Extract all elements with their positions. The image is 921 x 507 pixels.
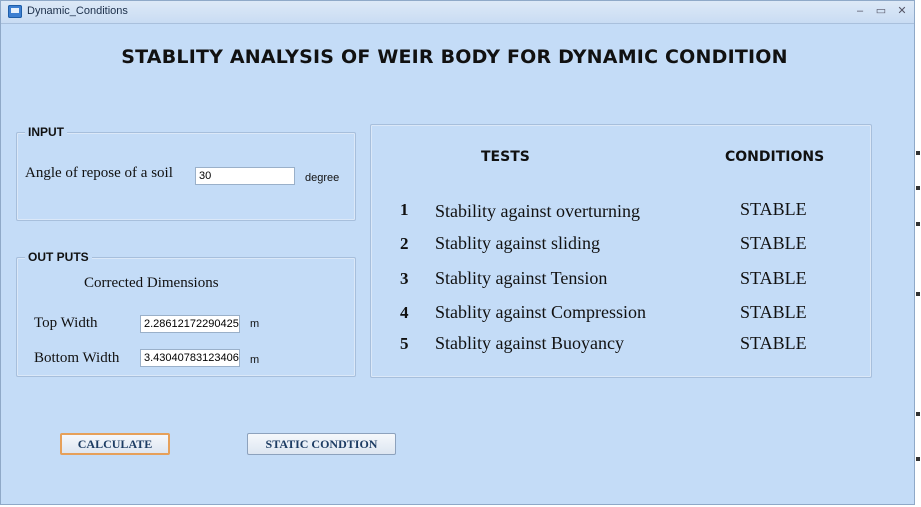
window-title: Dynamic_Conditions (27, 5, 128, 17)
edge-mark (916, 292, 920, 296)
maximize-button[interactable]: ▭ (874, 5, 888, 18)
bottom-width-label: Bottom Width (34, 350, 120, 366)
result-row-condition: STABLE (740, 268, 807, 288)
app-icon (8, 5, 22, 18)
tests-header: TESTS (481, 149, 530, 165)
result-row-condition: STABLE (740, 333, 807, 353)
result-row-test: Stablity against Compression (435, 302, 646, 322)
calculate-button[interactable]: CALCULATE (60, 433, 170, 455)
edge-mark (916, 151, 920, 155)
edge-mark (916, 457, 920, 461)
result-row-test: Stablity against Tension (435, 268, 608, 288)
input-group: INPUT Angle of repose of a soil 30 degre… (16, 125, 356, 221)
edge-mark (916, 186, 920, 190)
result-row-condition: STABLE (740, 199, 807, 219)
outputs-group: OUT PUTS Corrected Dimensions Top Width … (16, 250, 356, 377)
result-row-condition: STABLE (740, 233, 807, 253)
corrected-dimensions-label: Corrected Dimensions (84, 275, 219, 291)
result-row-number: 2 (400, 234, 409, 253)
angle-unit-label: degree (305, 172, 340, 184)
angle-of-repose-label: Angle of repose of a soil (25, 165, 173, 181)
title-bar: Dynamic_Conditions – ▭ ✕ (1, 1, 914, 24)
minimize-button[interactable]: – (853, 5, 867, 18)
result-row-number: 1 (400, 200, 409, 219)
result-row-number: 4 (400, 303, 409, 322)
outputs-group-label: OUT PUTS (25, 250, 92, 264)
close-button[interactable]: ✕ (895, 5, 909, 18)
result-row-test: Stablity against Buoyancy (435, 333, 624, 353)
angle-of-repose-input[interactable]: 30 (195, 167, 295, 185)
results-panel: TESTS CONDITIONS 1 Stability against ove… (370, 124, 872, 378)
top-width-unit: m (250, 318, 260, 330)
top-width-field[interactable]: 2.28612172290425 (140, 315, 240, 333)
result-row-test: Stablity against sliding (435, 233, 600, 253)
dynamic-conditions-window: Dynamic_Conditions – ▭ ✕ STABLITY ANALYS… (0, 0, 915, 505)
result-row-condition: STABLE (740, 302, 807, 322)
background-edge (916, 0, 921, 507)
input-group-label: INPUT (25, 125, 67, 139)
edge-mark (916, 412, 920, 416)
result-row-number: 3 (400, 269, 409, 288)
bottom-width-unit: m (250, 354, 260, 366)
result-row-test: Stability against overturning (435, 201, 640, 221)
result-row-number: 5 (400, 334, 409, 353)
bottom-width-field[interactable]: 3.43040783123406 (140, 349, 240, 367)
top-width-label: Top Width (34, 315, 98, 331)
edge-mark (916, 222, 920, 226)
page-title: STABLITY ANALYSIS OF WEIR BODY FOR DYNAM… (121, 46, 788, 68)
static-condition-button[interactable]: STATIC CONDTION (247, 433, 396, 455)
conditions-header: CONDITIONS (725, 149, 825, 165)
